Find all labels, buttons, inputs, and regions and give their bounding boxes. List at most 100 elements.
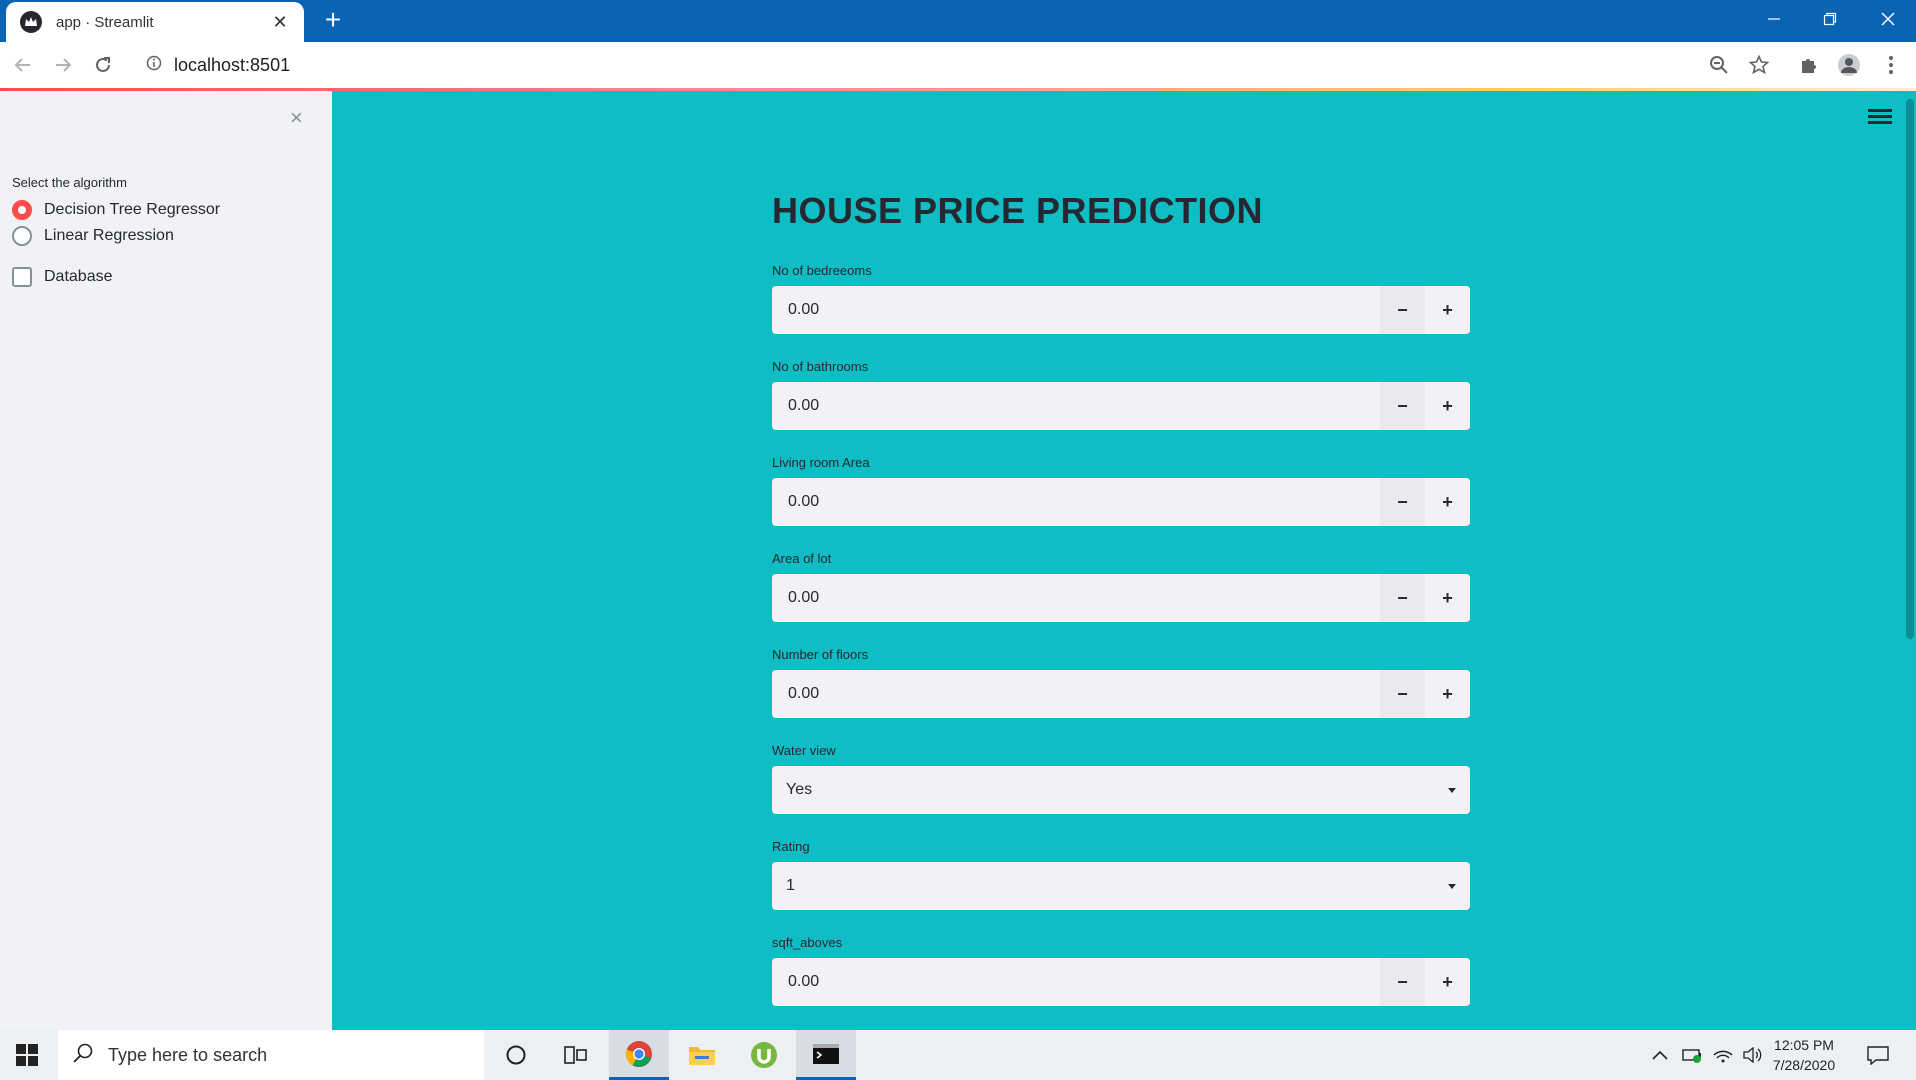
number-value[interactable]: 0.00 [772,286,1380,334]
restore-window-icon[interactable] [1802,0,1858,38]
chevron-down-icon [1448,883,1456,889]
clock-date: 7/28/2020 [1772,1057,1836,1073]
radio-label: Decision Tree Regressor [44,201,221,218]
decrement-button[interactable]: − [1380,286,1425,334]
field-label: Living room Area [772,455,870,470]
file-explorer-icon[interactable] [672,1030,732,1080]
checkbox-label: Database [44,268,113,285]
main-content: HOUSE PRICE PREDICTION No of bedreeoms 0… [772,190,1470,1030]
clock-time: 12:05 PM [1774,1037,1834,1053]
scrollbar-thumb[interactable] [1906,99,1914,639]
radio-label: Linear Regression [44,227,174,244]
search-icon [72,1042,94,1069]
forward-arrow-icon[interactable] [48,50,78,80]
browser-tab-strip: app · Streamlit ✕ + [0,0,1916,42]
tab-close-icon[interactable]: ✕ [270,12,290,33]
reload-icon[interactable] [88,50,118,80]
zoom-icon[interactable] [1704,50,1734,80]
number-value[interactable]: 0.00 [772,382,1380,430]
increment-button[interactable]: + [1425,478,1470,526]
algorithm-label: Select the algorithm [12,175,127,190]
browser-menu-icon[interactable] [1876,50,1906,80]
browser-tab[interactable]: app · Streamlit ✕ [6,2,304,42]
windows-start-icon[interactable] [0,1030,54,1080]
taskbar-search-box[interactable]: Type here to search [58,1030,484,1080]
increment-button[interactable]: + [1425,382,1470,430]
field-label: No of bathrooms [772,359,869,374]
back-arrow-icon[interactable] [8,50,38,80]
close-window-icon[interactable] [1860,0,1916,38]
site-info-icon[interactable] [146,55,162,76]
rating-select[interactable]: 1 [772,862,1470,910]
radio-linear-regression[interactable]: Linear Regression [12,226,174,246]
checkbox-icon[interactable] [12,267,32,287]
field-water-view: Water view Yes [772,742,1470,838]
water-view-select[interactable]: Yes [772,766,1470,814]
number-value[interactable]: 0.00 [772,574,1380,622]
floors-number-input[interactable]: 0.00 − + [772,670,1470,718]
sidebar-close-button[interactable]: × [290,105,303,131]
search-placeholder: Type here to search [108,1044,268,1065]
lot-area-number-input[interactable]: 0.00 − + [772,574,1470,622]
tab-title: app · Streamlit [56,13,154,31]
field-label: Area of lot [772,551,832,566]
taskbar-clock[interactable]: 12:05 PM 7/28/2020 [1756,1035,1852,1075]
url-text: localhost:8501 [174,54,291,75]
radio-unchecked-icon[interactable] [12,226,32,246]
address-bar[interactable]: localhost:8501 [132,49,1772,81]
increment-button[interactable]: + [1425,958,1470,1006]
field-bathrooms: No of bathrooms 0.00 − + [772,358,1470,454]
sqft-above-number-input[interactable]: 0.00 − + [772,958,1470,1006]
number-value[interactable]: 0.00 [772,670,1380,718]
bookmark-star-icon[interactable] [1744,50,1774,80]
select-value: Yes [786,781,813,798]
field-area-of-lot: Area of lot 0.00 − + [772,550,1470,646]
main-scrollbar[interactable] [1904,91,1916,1030]
browser-toolbar: localhost:8501 [0,42,1916,88]
page-title: HOUSE PRICE PREDICTION [772,190,1264,231]
cortana-circle-icon[interactable] [486,1030,546,1080]
chevron-down-icon [1448,787,1456,793]
radio-decision-tree[interactable]: Decision Tree Regressor [12,200,220,220]
new-tab-button[interactable]: + [318,6,348,36]
bedrooms-number-input[interactable]: 0.00 − + [772,286,1470,334]
decrement-button[interactable]: − [1380,382,1425,430]
bathrooms-number-input[interactable]: 0.00 − + [772,382,1470,430]
field-bedrooms: No of bedreeoms 0.00 − + [772,262,1470,358]
notifications-icon[interactable] [1860,1030,1896,1080]
decrement-button[interactable]: − [1380,478,1425,526]
wifi-icon[interactable] [1710,1030,1736,1080]
number-value[interactable]: 0.00 [772,958,1380,1006]
field-label: Rating [772,839,810,854]
streamlit-favicon-icon [20,11,42,33]
utorrent-icon[interactable] [734,1030,794,1080]
minimize-window-icon[interactable] [1746,0,1802,38]
database-checkbox[interactable]: Database [12,267,113,287]
increment-button[interactable]: + [1425,574,1470,622]
number-value[interactable]: 0.00 [772,478,1380,526]
profile-avatar[interactable] [1834,50,1864,80]
field-living-room-area: Living room Area 0.00 − + [772,454,1470,550]
radio-checked-icon[interactable] [12,200,32,220]
field-label: Water view [772,743,836,758]
field-label: Number of floors [772,647,869,662]
windows-taskbar: Type here to search 12:05 PM 7/28/2020 [0,1030,1916,1080]
select-value: 1 [786,877,795,894]
field-sqft-above: sqft_aboves 0.00 − + [772,934,1470,1030]
extensions-puzzle-icon[interactable] [1794,50,1824,80]
decrement-button[interactable]: − [1380,574,1425,622]
increment-button[interactable]: + [1425,670,1470,718]
terminal-app-icon[interactable] [796,1030,856,1080]
tray-chevron-up-icon[interactable] [1648,1030,1672,1080]
decrement-button[interactable]: − [1380,958,1425,1006]
living-area-number-input[interactable]: 0.00 − + [772,478,1470,526]
field-number-of-floors: Number of floors 0.00 − + [772,646,1470,742]
chrome-app-icon[interactable] [609,1030,669,1080]
field-label: sqft_aboves [772,935,843,950]
battery-icon[interactable] [1680,1030,1706,1080]
task-view-icon[interactable] [546,1030,606,1080]
field-rating: Rating 1 [772,838,1470,934]
hamburger-menu-icon[interactable] [1866,106,1894,130]
increment-button[interactable]: + [1425,286,1470,334]
decrement-button[interactable]: − [1380,670,1425,718]
